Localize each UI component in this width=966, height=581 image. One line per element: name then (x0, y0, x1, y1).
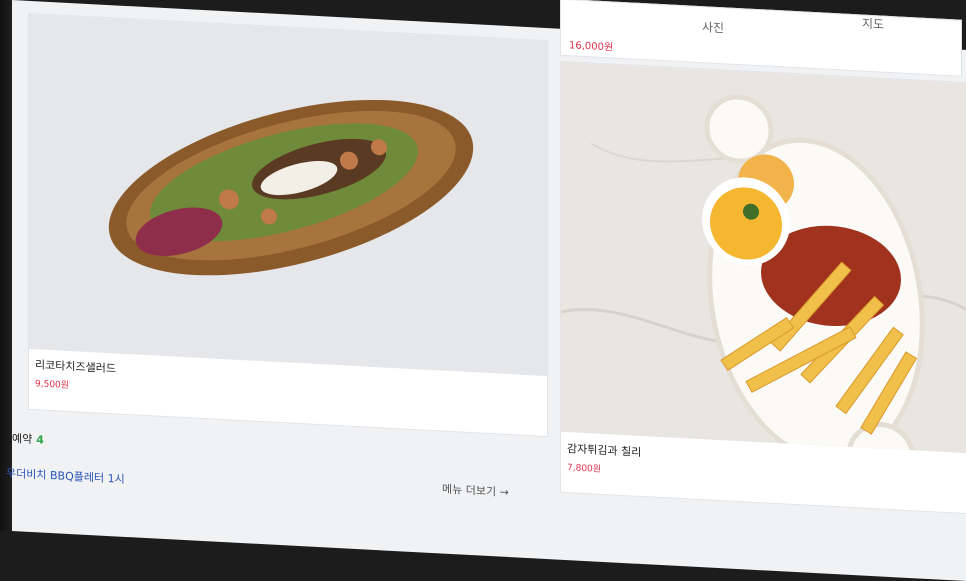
fries-chili-photo (561, 61, 966, 454)
menu-card-salad[interactable]: 리코타치즈샐러드 9,500원 (28, 12, 548, 438)
fries-image (561, 94, 966, 454)
menu-item-price: 9,500원 (35, 379, 70, 391)
bottom-list-link[interactable]: 우더비치 BBQ플레터 1시 (6, 465, 125, 487)
menu-card-fries[interactable]: 감자튀김과 칠리 7,800원 (560, 60, 966, 515)
more-menu-label: 메뉴 더보기 (442, 482, 497, 499)
salad-image (108, 99, 474, 276)
more-menu-button[interactable]: 메뉴 더보기 → (442, 481, 509, 501)
reservation-number: 4 (36, 433, 44, 447)
salad-photo (29, 13, 547, 377)
menu-item-price: 7,800원 (567, 463, 602, 475)
menu-item-name: 리코타치즈샐러드 (35, 358, 116, 376)
menu-item-name: 감자튀김과 칠리 (567, 442, 642, 459)
arrow-right-icon: → (499, 485, 509, 500)
top-item-price: 16,000원 (569, 40, 614, 54)
app-screen: 16,000원 사진 지도 리코타치즈샐러드 9,500원 감자튀김과 칠리 7… (6, 0, 966, 581)
reservation-count: 예약 4 (12, 430, 44, 448)
tab-photo[interactable]: 사진 (702, 18, 724, 36)
tab-map[interactable]: 지도 (862, 15, 884, 33)
reservation-label: 예약 (12, 432, 33, 447)
